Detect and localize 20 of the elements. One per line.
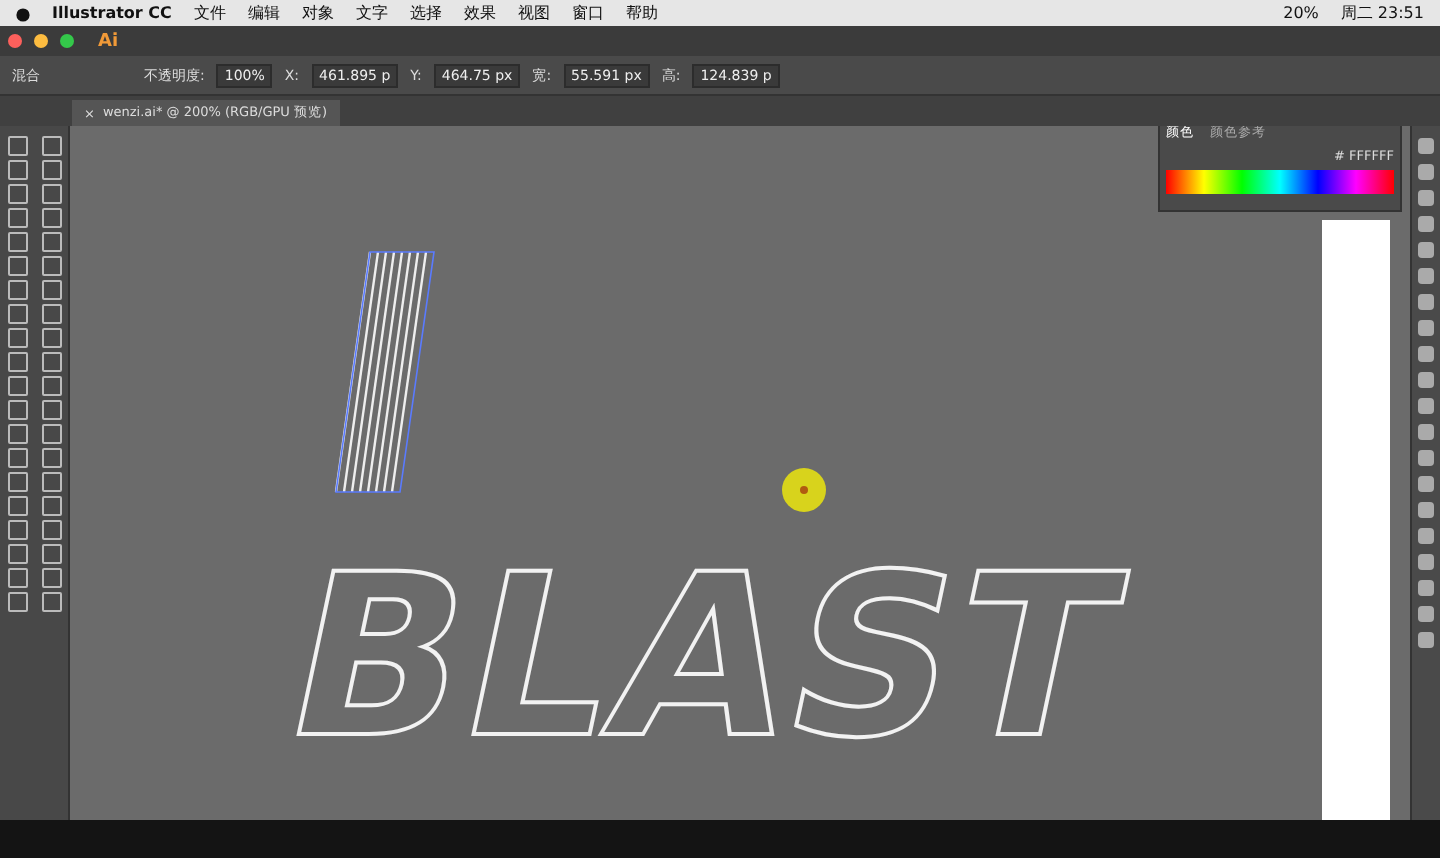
cursor-highlight-icon [780, 466, 828, 514]
menu-item[interactable]: 对象 [301, 2, 334, 24]
menu-item[interactable]: 视图 [517, 2, 550, 24]
menu-item[interactable]: 文件 [193, 2, 226, 24]
menu-item[interactable]: 效果 [463, 2, 496, 24]
menu-item[interactable]: 文字 [355, 2, 388, 24]
menu-item[interactable]: 窗口 [571, 2, 604, 24]
artwork-text: BLAST [264, 534, 1146, 786]
app-logo: Ai [98, 31, 119, 51]
menu-item[interactable]: 帮助 [625, 2, 658, 24]
menu-item[interactable]: 选择 [409, 2, 442, 24]
status-text: 周二 23:51 [1340, 2, 1424, 24]
minimize-icon[interactable] [34, 34, 48, 48]
apple-icon[interactable] [16, 5, 30, 21]
color-spectrum[interactable] [1166, 170, 1394, 194]
close-icon[interactable] [8, 34, 22, 48]
zoom-icon[interactable] [60, 34, 74, 48]
status-text: 20% [1283, 4, 1319, 22]
app-menu[interactable]: Illustrator CC [52, 4, 172, 22]
menu-item[interactable]: 编辑 [247, 2, 280, 24]
